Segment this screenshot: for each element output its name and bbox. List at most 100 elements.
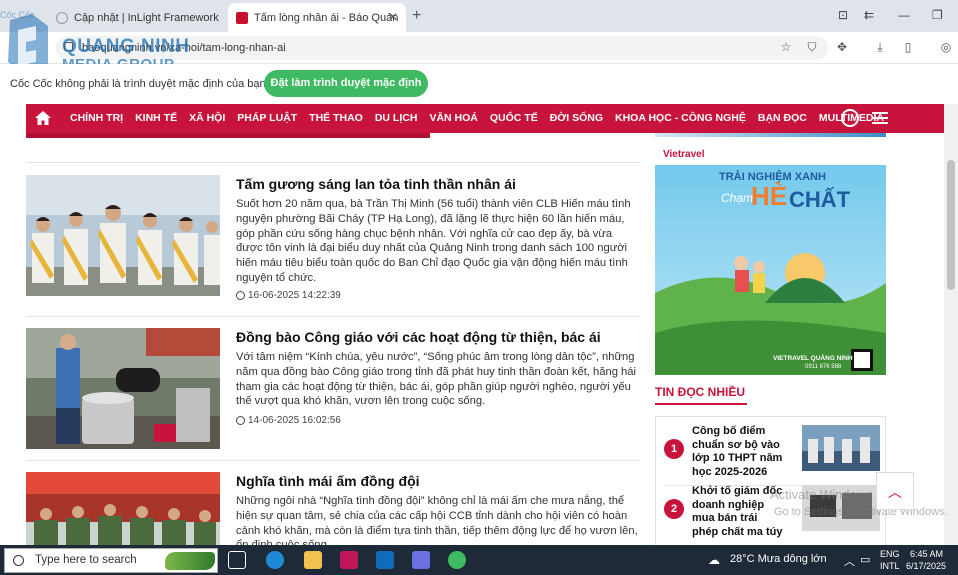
vietravel-ad[interactable]: Vietravel TRẢI NGHIỆM XANH Chạm HÈ CHẤT …	[655, 143, 886, 375]
windows-taskbar: Type here to search ☁ 28°C Mưa dông lớn …	[0, 545, 958, 575]
nav-item[interactable]: KHOA HỌC - CÔNG NGHỆ	[609, 104, 752, 133]
tab-active[interactable]: Tấm lòng nhân ái - Báo Quản ✕	[228, 3, 406, 32]
clock-time[interactable]: 6:45 AM	[910, 549, 943, 559]
list-item-thumbnail[interactable]	[802, 425, 880, 471]
ad-brand: Vietravel	[663, 149, 705, 160]
weather-text[interactable]: 28°C Mưa dông lớn	[730, 553, 827, 565]
previous-ad-image	[655, 133, 886, 137]
tray-chevron-icon[interactable]: ︿	[844, 553, 855, 569]
tab-strip: Cập nhật | InLight Framework Tấm lòng nh…	[0, 0, 958, 32]
taskbar-search[interactable]: Type here to search	[4, 548, 218, 573]
tab-title: Tấm lòng nhân ái - Báo Quản	[254, 11, 399, 24]
article-summary: Với tâm niệm “Kính chúa, yêu nước”, “Sốn…	[236, 351, 636, 408]
article-summary: Suốt hơn 20 năm qua, bà Trần Thị Minh (5…	[236, 198, 631, 284]
set-default-button[interactable]: Đặt làm trình duyệt mặc định	[264, 70, 428, 97]
restore-icon[interactable]: ❐	[932, 8, 943, 22]
close-tab-icon[interactable]: ✕	[388, 10, 398, 24]
ad-script: Chạm	[721, 191, 754, 205]
list-item[interactable]: 1 Công bố điểm chuẩn sơ bộ vào lớp 10 TH…	[664, 425, 880, 486]
edge-icon[interactable]	[266, 551, 284, 569]
outlook-icon[interactable]	[376, 551, 394, 569]
language-line1[interactable]: ENG	[880, 549, 900, 559]
task-view-icon[interactable]	[228, 551, 246, 569]
search-icon	[13, 555, 24, 566]
new-tab-button[interactable]: +	[412, 7, 421, 25]
default-browser-bar: Cốc Cốc không phải là trình duyệt mặc đị…	[0, 64, 958, 104]
app-icon[interactable]	[340, 551, 358, 569]
list-item-title[interactable]: Công bố điểm chuẩn sơ bộ vào lớp 10 THPT…	[692, 425, 784, 479]
previous-article-image	[26, 133, 430, 138]
lock-icon[interactable]	[64, 42, 73, 51]
article-title[interactable]: Nghĩa tình mái ấm đồng đội	[236, 472, 640, 490]
back-history-icon[interactable]: ⇇	[864, 8, 874, 22]
nav-item[interactable]: QUỐC TẾ	[484, 104, 544, 133]
clock-date[interactable]: 6/17/2025	[906, 561, 946, 571]
coccoc-icon[interactable]	[448, 551, 466, 569]
rank-number: 2	[664, 499, 684, 519]
article-item[interactable]: Tấm gương sáng lan tỏa tinh thần nhân ái…	[26, 175, 640, 310]
heading-underline	[655, 403, 747, 405]
extensions-icon[interactable]: ✥	[834, 39, 850, 55]
download-icon[interactable]: ⤓	[872, 39, 888, 55]
tab-inlight[interactable]: Cập nhật | InLight Framework	[48, 3, 226, 32]
nav-item[interactable]: PHÁP LUẬT	[231, 104, 303, 133]
network-icon[interactable]: ▭	[860, 553, 870, 566]
scrollbar-thumb[interactable]	[947, 160, 955, 290]
ad-phone: 0911 676 588	[805, 364, 842, 370]
home-icon[interactable]	[34, 110, 52, 126]
nav-item[interactable]: THỂ THAO	[303, 104, 369, 133]
activate-windows-title: Activate Windows	[770, 487, 873, 502]
nav-item[interactable]: KINH TẾ	[129, 104, 183, 133]
search-icon[interactable]	[841, 109, 859, 127]
file-explorer-icon[interactable]	[304, 551, 322, 569]
article-summary: Những ngôi nhà “Nghĩa tình đồng đội” khô…	[236, 495, 638, 545]
article-item[interactable]: Nghĩa tình mái ấm đồng đội Những ngôi nh…	[26, 472, 640, 545]
sidebar-icon[interactable]: ▯	[900, 39, 916, 55]
tab-favicon	[236, 11, 248, 24]
screenshot-icon[interactable]: ⊡	[838, 8, 848, 22]
menu-icon[interactable]	[872, 112, 888, 124]
article-date-text: 14-06-2025 16:02:56	[248, 415, 341, 426]
language-line2[interactable]: INTL	[880, 561, 900, 571]
divider	[26, 162, 640, 163]
taskbar-search-placeholder: Type here to search	[35, 554, 137, 566]
nav-item[interactable]: BẠN ĐỌC	[752, 104, 813, 133]
divider	[26, 316, 640, 317]
ad-footer: VIETRAVEL QUẢNG NINH	[773, 355, 853, 362]
article-thumbnail[interactable]	[26, 472, 220, 545]
nav-item[interactable]: XÃ HỘI	[183, 104, 231, 133]
rank-number: 1	[664, 439, 684, 459]
nav-item[interactable]: VĂN HOÁ	[423, 104, 483, 133]
clock-icon	[236, 291, 245, 300]
tab-title: Cập nhật | InLight Framework	[74, 11, 219, 24]
article-title[interactable]: Tấm gương sáng lan tỏa tinh thần nhân ái	[236, 175, 640, 193]
nav-item[interactable]: CHÍNH TRỊ	[64, 104, 129, 133]
most-read-heading: TIN ĐỌC NHIỀU	[655, 385, 745, 399]
article-date: 16-06-2025 14:22:39	[236, 290, 341, 301]
nav-item[interactable]: DU LỊCH	[369, 104, 424, 133]
weather-icon[interactable]: ☁	[708, 553, 720, 567]
profile-icon[interactable]: ◎	[938, 39, 954, 55]
most-read-list: 1 Công bố điểm chuẩn sơ bộ vào lớp 10 TH…	[655, 416, 886, 546]
minimize-icon[interactable]: —	[898, 8, 910, 22]
shield-icon[interactable]: ⛉	[804, 39, 820, 55]
clock-icon	[236, 416, 245, 425]
star-icon[interactable]: ☆	[778, 39, 794, 55]
back-to-top-button[interactable]: ︿	[876, 472, 914, 510]
ad-big2: CHẤT	[789, 187, 851, 212]
page-scrollbar[interactable]	[944, 104, 958, 545]
search-highlight-image	[165, 552, 215, 570]
default-browser-message: Cốc Cốc không phải là trình duyệt mặc đị…	[10, 78, 266, 90]
activate-windows-subtitle: Go to Settings to activate Windows.	[774, 506, 948, 518]
url-input[interactable]: baoquangninh.vn/xa-hoi/tam-long-nhan-ai	[56, 36, 828, 60]
article-thumbnail[interactable]	[26, 175, 220, 296]
nav-item[interactable]: ĐỜI SỐNG	[544, 104, 609, 133]
ad-big1: HÈ	[751, 181, 788, 211]
article-thumbnail[interactable]	[26, 328, 220, 449]
article-date: 14-06-2025 16:02:56	[236, 415, 341, 426]
site-nav: CHÍNH TRỊ KINH TẾ XÃ HỘI PHÁP LUẬT THỂ THAO D…	[26, 104, 944, 133]
article-title[interactable]: Đồng bào Công giáo với các hoạt động từ …	[236, 328, 640, 346]
article-item[interactable]: Đồng bào Công giáo với các hoạt động từ …	[26, 328, 640, 453]
store-icon[interactable]	[412, 551, 430, 569]
divider	[26, 460, 640, 461]
